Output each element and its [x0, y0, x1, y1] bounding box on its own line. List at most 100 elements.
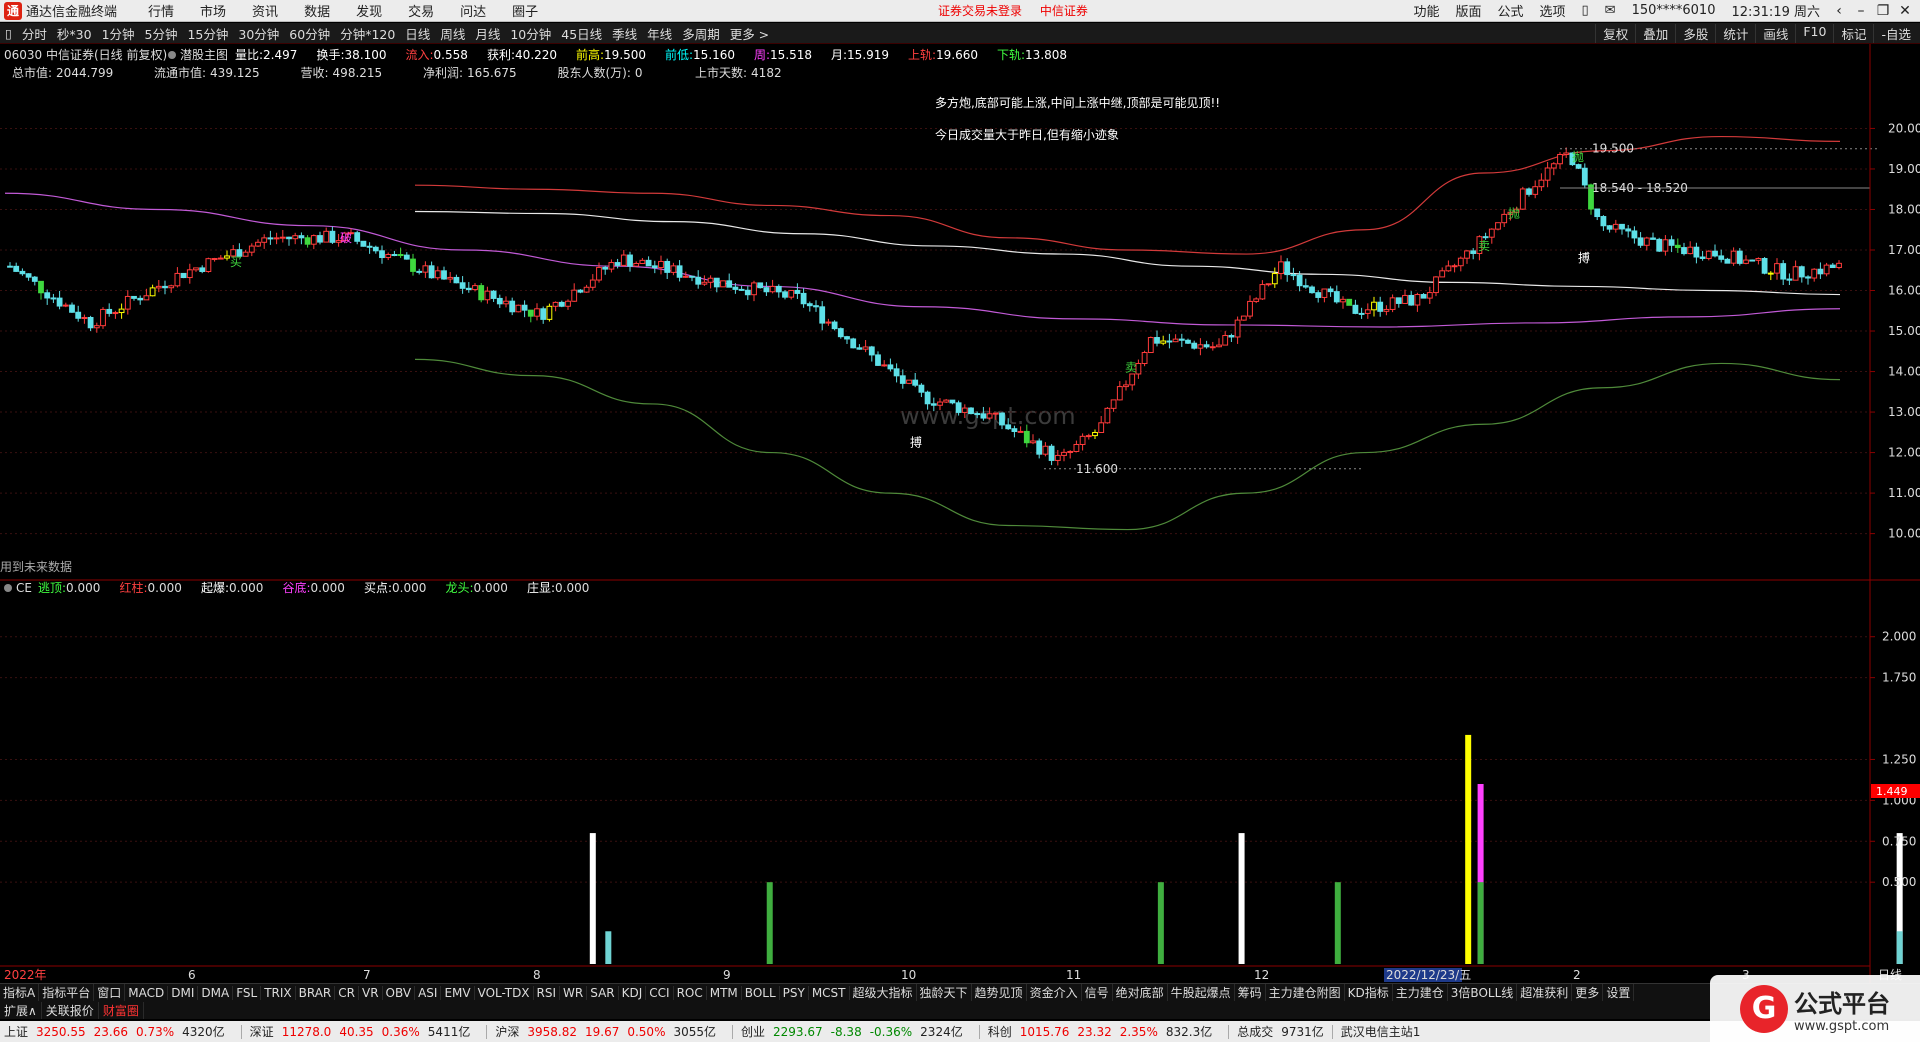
extension-button[interactable]: 财富圈: [99, 1001, 144, 1019]
indicator-button[interactable]: BOLL: [742, 985, 780, 1000]
indicator-button[interactable]: 3倍BOLL线: [1448, 984, 1518, 1001]
indicator-button[interactable]: WR: [560, 985, 588, 1000]
indicator-button[interactable]: 牛股起爆点: [1168, 984, 1235, 1001]
indicator-button[interactable]: ASI: [415, 985, 442, 1000]
indicator-button[interactable]: VR: [359, 985, 383, 1000]
add-watchlist-button[interactable]: -自选: [1873, 23, 1918, 43]
index-quote[interactable]: 上证 3250.55 23.66 0.73% 4320亿: [0, 1023, 237, 1040]
period-5min[interactable]: 5分钟: [140, 24, 183, 43]
period-45day[interactable]: 45日线: [556, 24, 607, 43]
menu-item-market[interactable]: 市场: [187, 1, 239, 20]
indicator-button[interactable]: 指标平台: [39, 984, 95, 1001]
minimize-icon[interactable]: –: [1850, 3, 1872, 19]
sub-indicator-name[interactable]: CE: [16, 581, 32, 595]
menu-item-trade[interactable]: 交易: [395, 1, 447, 20]
menu-item-discover[interactable]: 发现: [343, 1, 395, 20]
kline-chart[interactable]: 06030 中信证券(日线 前复权) 潜股主图 量比:2.497 换手:38.10…: [0, 44, 1920, 984]
options-menu[interactable]: 选项: [1531, 1, 1573, 20]
multi-stock-button[interactable]: 多股: [1675, 23, 1715, 43]
indicator-button[interactable]: ROC: [674, 985, 707, 1000]
indicator-button[interactable]: 主力建仓: [1393, 984, 1448, 1001]
server-name[interactable]: 武汉电信主站1: [1337, 1023, 1425, 1040]
indicator-button[interactable]: MACD: [125, 985, 169, 1000]
indicator-button[interactable]: VOL-TDX: [475, 985, 534, 1000]
period-60min[interactable]: 60分钟: [284, 24, 335, 43]
indicator-button[interactable]: 设置: [1603, 984, 1635, 1001]
draw-line-button[interactable]: 画线: [1755, 23, 1795, 43]
indicator-button[interactable]: 指标A: [0, 984, 40, 1001]
indicator-button[interactable]: 筹码: [1235, 984, 1266, 1001]
indicator-button[interactable]: DMA: [198, 985, 234, 1000]
period-weekly[interactable]: 周线: [435, 24, 470, 43]
login-notice[interactable]: 证券交易未登录 中信证券: [938, 2, 1102, 19]
period-daily[interactable]: 日线: [400, 24, 435, 43]
back-icon[interactable]: ‹: [1828, 3, 1850, 19]
function-menu[interactable]: 功能: [1405, 1, 1447, 20]
restore-right-button[interactable]: 复权: [1595, 23, 1635, 43]
panel-toggle-icon[interactable]: ▯: [0, 26, 17, 41]
indicator-button[interactable]: 趋势见顶: [972, 984, 1027, 1001]
period-1min[interactable]: 1分钟: [97, 24, 140, 43]
indicator-button[interactable]: BRAR: [296, 985, 336, 1000]
close-icon[interactable]: ✕: [1894, 3, 1916, 19]
indicator-button[interactable]: 超级大指标: [850, 984, 917, 1001]
indicator-button[interactable]: EMV: [441, 985, 475, 1000]
indicator-button[interactable]: RSI: [534, 985, 561, 1000]
indicator-button[interactable]: 主力建仓附图: [1266, 984, 1345, 1001]
indicator-button[interactable]: 更多: [1572, 984, 1604, 1001]
indicator-button[interactable]: 独龄天下: [917, 984, 972, 1001]
period-min120[interactable]: 分钟*120: [335, 24, 400, 43]
indicator-button[interactable]: PSY: [780, 985, 809, 1000]
indicator-button[interactable]: CR: [335, 985, 359, 1000]
indicator-button[interactable]: OBV: [383, 985, 416, 1000]
period-yearly[interactable]: 年线: [642, 24, 677, 43]
mark-button[interactable]: 标记: [1833, 23, 1873, 43]
index-quote[interactable]: 深证 11278.0 40.35 0.36% 5411亿: [246, 1023, 483, 1040]
menu-item-data[interactable]: 数据: [291, 1, 343, 20]
extension-button[interactable]: 扩展∧: [0, 1001, 42, 1019]
indicator-button[interactable]: KD指标: [1345, 984, 1393, 1001]
main-chart-label[interactable]: 潜股主图: [180, 48, 228, 62]
menu-item-quotes[interactable]: 行情: [135, 1, 187, 20]
layout-menu[interactable]: 版面: [1447, 1, 1489, 20]
period-intraday[interactable]: 分时: [17, 24, 52, 43]
indicator-button[interactable]: CCI: [646, 985, 674, 1000]
period-monthly[interactable]: 月线: [470, 24, 505, 43]
indicator-button[interactable]: SAR: [587, 985, 619, 1000]
index-quote[interactable]: 科创 1015.76 23.32 2.35% 832.3亿: [984, 1023, 1224, 1040]
indicator-button[interactable]: FSL: [233, 985, 262, 1000]
period-sec30[interactable]: 秒*30: [52, 24, 97, 43]
indicator-button[interactable]: 窗口: [94, 984, 126, 1001]
index-quote[interactable]: 创业 2293.67 -8.38 -0.36% 2324亿: [737, 1023, 975, 1040]
mail-icon[interactable]: ✉: [1597, 3, 1624, 18]
indicator-button[interactable]: 资金介入: [1027, 984, 1082, 1001]
indicator-button[interactable]: 信号: [1082, 984, 1113, 1001]
indicator-button[interactable]: MCST: [809, 985, 850, 1000]
period-more[interactable]: 更多 >: [725, 24, 774, 43]
restore-icon[interactable]: ❐: [1872, 3, 1894, 19]
period-multi[interactable]: 多周期: [677, 24, 725, 43]
login-status[interactable]: 证券交易未登录: [938, 4, 1022, 18]
period-15min[interactable]: 15分钟: [182, 24, 233, 43]
indicator-button[interactable]: 超准获利: [1517, 984, 1573, 1001]
menu-item-circle[interactable]: 圈子: [499, 1, 551, 20]
overlay-button[interactable]: 叠加: [1635, 23, 1675, 43]
indicator-dot-icon[interactable]: [168, 51, 176, 59]
period-quarterly[interactable]: 季线: [607, 24, 642, 43]
period-30min[interactable]: 30分钟: [233, 24, 284, 43]
f10-button[interactable]: F10: [1795, 23, 1833, 43]
statistics-button[interactable]: 统计: [1715, 23, 1755, 43]
sub-indicator-dot-icon[interactable]: [4, 584, 12, 592]
formula-menu[interactable]: 公式: [1489, 1, 1531, 20]
extension-button[interactable]: 关联报价: [42, 1001, 99, 1019]
indicator-button[interactable]: DMI: [168, 985, 199, 1000]
menu-item-news[interactable]: 资讯: [239, 1, 291, 20]
account-id[interactable]: 150****6010: [1624, 3, 1724, 18]
indicator-button[interactable]: 绝对底部: [1113, 984, 1168, 1001]
menu-item-ask[interactable]: 问达: [447, 1, 499, 20]
indicator-button[interactable]: MTM: [707, 985, 742, 1000]
period-10min[interactable]: 10分钟: [505, 24, 556, 43]
phone-icon[interactable]: ▯: [1574, 3, 1597, 18]
indicator-button[interactable]: TRIX: [261, 985, 296, 1000]
index-quote[interactable]: 沪深 3958.82 19.67 0.50% 3055亿: [491, 1023, 728, 1040]
